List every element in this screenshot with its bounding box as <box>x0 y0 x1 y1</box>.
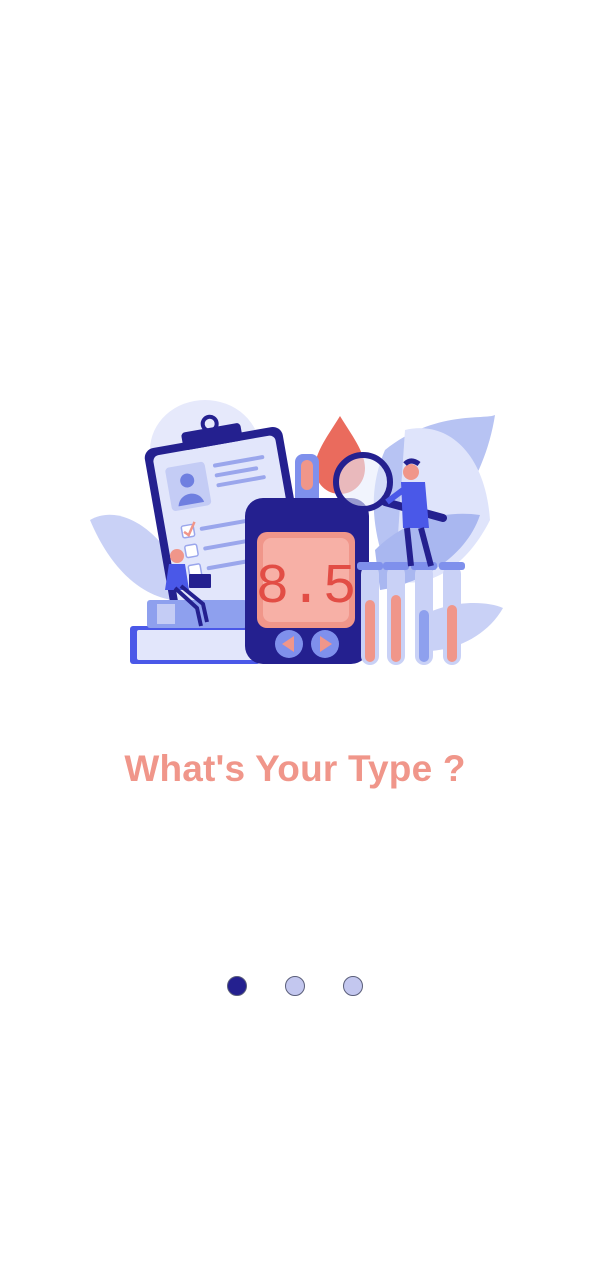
pagination-dot-2[interactable] <box>285 976 305 996</box>
glucose-meter-illustration: 8.5 <box>85 390 510 675</box>
pagination-dot-3[interactable] <box>343 976 363 996</box>
pagination-dot-1[interactable] <box>227 976 247 996</box>
onboarding-title: What's Your Type ? <box>124 748 466 789</box>
pagination-dots <box>0 976 590 1000</box>
meter-reading: 8.5 <box>256 555 357 619</box>
